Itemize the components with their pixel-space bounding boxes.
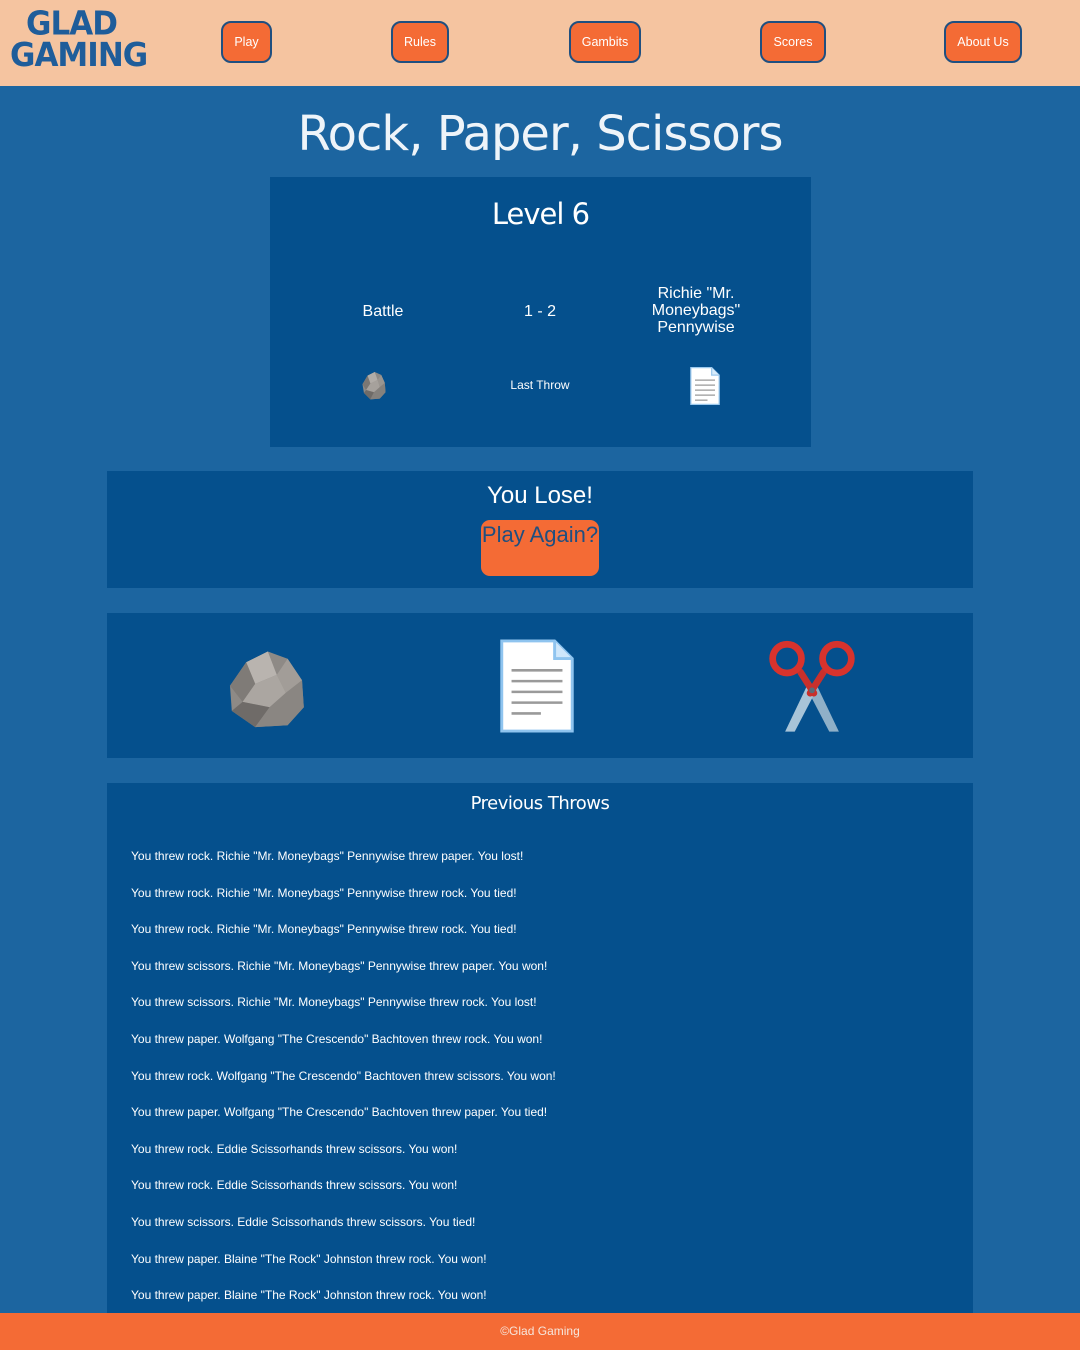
last-throw-label: Last Throw — [510, 378, 570, 392]
nav-scores-button[interactable]: Scores — [760, 21, 826, 63]
nav-rules-button[interactable]: Rules — [391, 21, 449, 63]
level-title: Level 6 — [491, 197, 590, 231]
score: 1 - 2 — [523, 303, 556, 320]
rock-icon[interactable] — [221, 640, 311, 735]
list-item: You threw rock. Richie "Mr. Moneybags" P… — [131, 849, 524, 863]
paper-icon — [690, 367, 720, 405]
scissors-icon[interactable] — [764, 637, 860, 734]
list-item: You threw scissors. Richie "Mr. Moneybag… — [131, 995, 537, 1010]
site-footer: ©Glad Gaming — [0, 1313, 1080, 1350]
paper-icon[interactable] — [497, 639, 577, 733]
list-item: You threw rock. Eddie Scissorhands threw… — [131, 1178, 458, 1193]
list-item: You threw rock. Richie "Mr. Moneybags" P… — [131, 885, 517, 900]
list-item: You threw rock. Wolfgang "The Crescendo"… — [131, 1068, 556, 1083]
nav-play-button[interactable]: Play — [221, 21, 272, 63]
level-panel: Level 6 Battle 1 - 2 Richie "Mr. Moneyba… — [270, 177, 811, 447]
glad-gaming-logo[interactable]: GLAD GAMING — [10, 5, 148, 77]
previous-throws-list: You threw rock. Richie "Mr. Moneybags" P… — [131, 849, 951, 1323]
opponent-name: Richie "Mr. Moneybags" Pennywise — [651, 285, 741, 336]
play-again-button[interactable]: Play Again? — [481, 520, 599, 576]
logo-line-1: GLAD — [26, 5, 118, 43]
nav-about-us-button[interactable]: About Us — [944, 21, 1022, 63]
page-title: Rock, Paper, Scissors — [297, 106, 783, 162]
previous-throws-panel: Previous Throws You threw rock. Richie "… — [107, 783, 973, 1323]
result-message: You Lose! — [487, 482, 593, 509]
choices-panel — [107, 613, 973, 758]
result-panel: You Lose! Play Again? — [107, 471, 973, 588]
list-item: You threw paper. Blaine "The Rock" Johns… — [131, 1251, 487, 1266]
rock-icon — [362, 372, 386, 400]
player-name: Battle — [362, 303, 404, 320]
list-item: You threw rock. Richie "Mr. Moneybags" P… — [131, 922, 517, 937]
list-item: You threw rock. Eddie Scissorhands threw… — [131, 1141, 458, 1156]
previous-throws-title: Previous Throws — [470, 793, 610, 814]
logo-line-2: GAMING — [10, 36, 148, 75]
list-item: You threw paper. Wolfgang "The Crescendo… — [131, 1031, 543, 1046]
site-header: GLAD GAMING Play Rules Gambits Scores Ab… — [0, 0, 1080, 86]
list-item: You threw scissors. Eddie Scissorhands t… — [131, 1214, 476, 1229]
list-item: You threw scissors. Richie "Mr. Moneybag… — [131, 958, 548, 973]
list-item: You threw paper. Wolfgang "The Crescendo… — [131, 1105, 548, 1120]
nav-gambits-button[interactable]: Gambits — [569, 21, 641, 63]
